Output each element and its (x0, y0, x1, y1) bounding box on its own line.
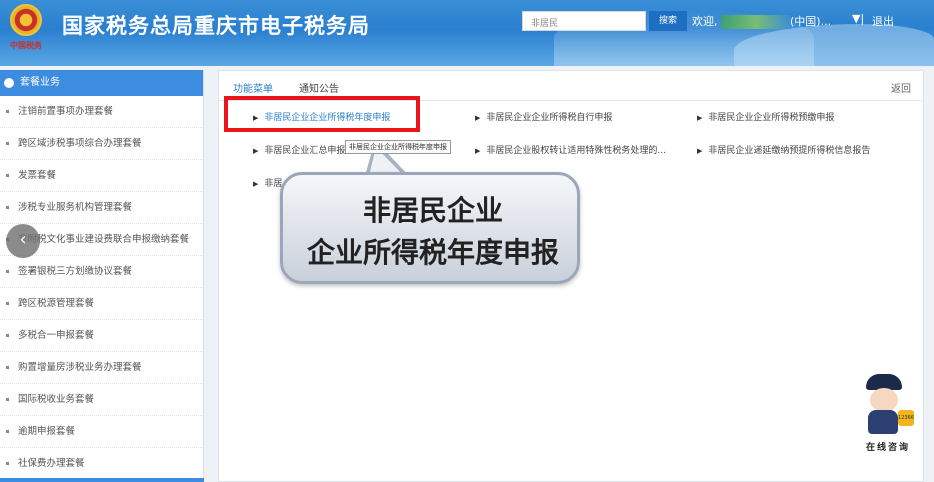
user-dropdown-icon[interactable]: ▼| (852, 12, 864, 25)
link-label: 非居民企业股权转让适用特殊性税务处理的... (486, 146, 666, 156)
sidebar-item-label: 非附税文化事业建设费联合申报缴纳套餐 (18, 234, 190, 245)
sidebar-item-tripartite[interactable]: 签署银税三方划缴协议套餐 (0, 256, 203, 288)
online-consult-mascot[interactable]: 12366 (858, 374, 914, 438)
search-button[interactable]: 搜索 (649, 11, 687, 31)
link-label: 非居民企业汇总申报 (264, 146, 346, 156)
sidebar-item-label: 多税合一申报套餐 (18, 330, 95, 341)
online-consult-label[interactable]: 在线咨询 (858, 440, 918, 453)
sidebar-item-label: 发票套餐 (18, 170, 57, 181)
sidebar-item-label: 跨区税源管理套餐 (18, 298, 95, 309)
link-equity-transfer[interactable]: ▶ 非居民企业股权转让适用特殊性税务处理的... (475, 143, 666, 156)
sidebar-bottom-bar (0, 478, 204, 482)
sidebar-header[interactable]: 套餐业务 (0, 70, 203, 96)
user-suffix: (中国)... (790, 15, 832, 28)
emblem-ribbon-text: 中国税务 (10, 41, 42, 50)
sidebar-item-invoice[interactable]: 发票套餐 (0, 160, 203, 192)
link-summary-filing[interactable]: ▶ 非居民企业汇总申报 (253, 143, 345, 156)
link-tooltip: 非居民企业企业所得税年度申报 (345, 140, 451, 154)
sidebar-item-label: 国际税收业务套餐 (18, 394, 95, 405)
link-label: 非居民企业递延缴纳预提所得税信息报告 (708, 146, 871, 156)
tax-emblem-logo: 中国税务 (4, 4, 48, 52)
mascot-body-icon (868, 410, 898, 434)
callout-line1: 非居民企业 (362, 194, 503, 227)
link-row3-partial[interactable]: ▶ 非居 (253, 176, 282, 189)
sidebar-item-overdue[interactable]: 逾期申报套餐 (0, 416, 203, 448)
phone-icon: 12366 (898, 410, 914, 426)
bullet-icon (6, 270, 9, 273)
back-arrow-icon[interactable]: ‹ (6, 224, 40, 258)
bullet-icon (6, 174, 9, 177)
arrow-icon: ▶ (697, 147, 703, 155)
sidebar: 套餐业务 注销前置事项办理套餐 跨区域涉税事项综合办理套餐 发票套餐 涉税专业服… (0, 70, 204, 482)
highlight-box (224, 96, 420, 132)
link-label: 非居民企业企业所得税预缴申报 (708, 113, 835, 123)
arrow-icon: ▶ (475, 114, 481, 122)
username-redacted (721, 15, 791, 29)
callout-bubble: 非居民企业 企业所得税年度申报 (280, 172, 580, 284)
bullet-icon (6, 462, 9, 465)
sidebar-item-label: 逾期申报套餐 (18, 426, 76, 437)
bullet-icon (6, 366, 9, 369)
callout-line2: 企业所得税年度申报 (306, 236, 559, 269)
header-banner: 中国税务 国家税务总局重庆市电子税务局 非居民 搜索 欢迎, (中国)... ▼… (0, 0, 934, 66)
site-title: 国家税务总局重庆市电子税务局 (62, 14, 370, 38)
tab-notices[interactable]: 通知公告 (299, 80, 339, 95)
sidebar-item-tax-source[interactable]: 跨区税源管理套餐 (0, 288, 203, 320)
bullet-icon (6, 206, 9, 209)
sidebar-item-social-security[interactable]: 社保费办理套餐 (0, 448, 203, 480)
sidebar-title: 套餐业务 (20, 77, 60, 88)
search-input[interactable]: 非居民 (522, 11, 646, 31)
link-self-eit-filing[interactable]: ▶ 非居民企业企业所得税自行申报 (475, 110, 612, 123)
arrow-icon: ▶ (253, 180, 259, 188)
logout-link[interactable]: 退出 (872, 13, 894, 29)
sidebar-item-label: 涉税专业服务机构管理套餐 (18, 202, 133, 213)
link-prepay-eit-filing[interactable]: ▶ 非居民企业企业所得税预缴申报 (697, 110, 834, 123)
bullet-icon (6, 430, 9, 433)
sidebar-item-housing[interactable]: 购置增量房涉税业务办理套餐 (0, 352, 203, 384)
arrow-icon: ▶ (697, 114, 703, 122)
link-label: 非居民企业企业所得税自行申报 (486, 113, 613, 123)
sidebar-item-label: 社保费办理套餐 (18, 458, 85, 469)
emblem-icon (10, 4, 42, 36)
sidebar-item-label: 购置增量房涉税业务办理套餐 (18, 362, 142, 373)
bullet-icon (6, 142, 9, 145)
sidebar-item-label: 注销前置事项办理套餐 (18, 106, 114, 117)
sidebar-item-label: 签署银税三方划缴协议套餐 (18, 266, 133, 277)
bullet-icon (6, 110, 9, 113)
welcome-prefix: 欢迎, (692, 15, 718, 28)
sidebar-item-cross-region[interactable]: 跨区域涉税事项综合办理套餐 (0, 128, 203, 160)
arrow-icon: ▶ (253, 147, 259, 155)
tab-function-menu[interactable]: 功能菜单 (233, 80, 273, 95)
sidebar-item-international[interactable]: 国际税收业务套餐 (0, 384, 203, 416)
bullet-icon (6, 302, 9, 305)
welcome-text: 欢迎, (692, 13, 791, 29)
link-deferred-withholding[interactable]: ▶ 非居民企业递延缴纳预提所得税信息报告 (697, 143, 870, 156)
sidebar-item-label: 跨区域涉税事项综合办理套餐 (18, 138, 142, 149)
sidebar-item-multi-tax[interactable]: 多税合一申报套餐 (0, 320, 203, 352)
bullet-icon (6, 334, 9, 337)
bullet-icon (6, 398, 9, 401)
return-link[interactable]: 返回 (891, 80, 911, 95)
sidebar-item-cancel-prereq[interactable]: 注销前置事项办理套餐 (0, 96, 203, 128)
package-icon (4, 78, 14, 88)
sidebar-item-tax-agency[interactable]: 涉税专业服务机构管理套餐 (0, 192, 203, 224)
arrow-icon: ▶ (475, 147, 481, 155)
mascot-face-icon (870, 388, 898, 412)
